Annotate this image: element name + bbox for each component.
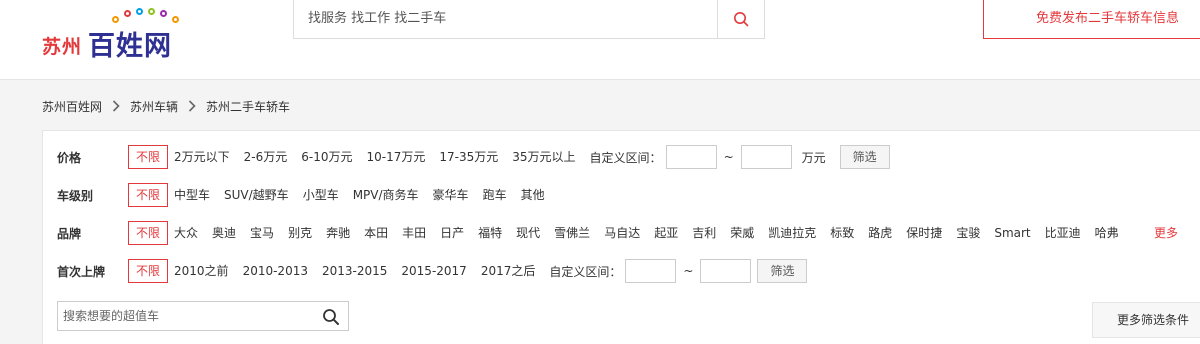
filter-row-price: 价格 不限 2万元以下 2-6万元 6-10万元 10-17万元 17-35万元…: [57, 145, 890, 169]
filter-row-level: 车级别 不限 中型车 SUV/越野车 小型车 MPV/商务车 豪华车 跑车 其他: [57, 183, 559, 207]
breadcrumb: 苏州百姓网 苏州车辆 苏州二手车轿车: [42, 97, 290, 115]
brand-option[interactable]: 奔驰: [326, 221, 350, 245]
breadcrumb-item[interactable]: 苏州二手车轿车: [206, 98, 290, 115]
filter-option-any[interactable]: 不限: [128, 259, 169, 283]
brand-option[interactable]: 奥迪: [212, 221, 236, 245]
brand-option[interactable]: 雪佛兰: [554, 221, 590, 245]
chevron-right-icon: [112, 100, 120, 112]
brand-option[interactable]: 宝骏: [956, 221, 980, 245]
header-search-input[interactable]: [294, 0, 718, 37]
brand-option[interactable]: 马自达: [604, 221, 640, 245]
filter-option[interactable]: 跑车: [483, 183, 507, 207]
price-filter-button[interactable]: 筛选: [839, 145, 890, 169]
brand-option[interactable]: 宝马: [250, 221, 274, 245]
filter-option-any[interactable]: 不限: [128, 145, 169, 169]
filter-option[interactable]: 35万元以上: [512, 145, 575, 169]
filter-option[interactable]: 中型车: [174, 183, 210, 207]
keyword-search: [57, 301, 349, 331]
post-ad-button[interactable]: 免费发布二手车轿车信息: [983, 0, 1200, 39]
filter-option[interactable]: 2017之后: [481, 259, 536, 283]
filter-option[interactable]: 豪华车: [433, 183, 469, 207]
brand-option[interactable]: 起亚: [654, 221, 678, 245]
keyword-search-input[interactable]: [58, 302, 308, 330]
site-logo[interactable]: 苏州 百姓网: [42, 4, 192, 62]
filter-option[interactable]: 2013-2015: [322, 259, 387, 283]
brand-option[interactable]: 本田: [364, 221, 388, 245]
filter-option[interactable]: 2万元以下: [174, 145, 230, 169]
filter-option[interactable]: 小型车: [303, 183, 339, 207]
brand-more-link[interactable]: 更多: [1154, 224, 1178, 241]
logo-dots: [112, 8, 192, 24]
chevron-right-icon: [188, 100, 196, 112]
year-filter-button[interactable]: 筛选: [757, 259, 808, 283]
brand-option[interactable]: Smart: [994, 221, 1030, 245]
brand-option[interactable]: 福特: [478, 221, 502, 245]
filter-label: 品牌: [57, 226, 82, 241]
filter-label: 价格: [57, 150, 82, 165]
filter-option-any[interactable]: 不限: [128, 183, 169, 207]
brand-option[interactable]: 保时捷: [906, 221, 942, 245]
range-separator: ~: [723, 150, 734, 164]
brand-option[interactable]: 凯迪拉克: [768, 221, 816, 245]
filter-panel: 价格 不限 2万元以下 2-6万元 6-10万元 10-17万元 17-35万元…: [42, 130, 1200, 344]
filter-option-any[interactable]: 不限: [128, 221, 169, 245]
brand-option[interactable]: 现代: [516, 221, 540, 245]
breadcrumb-item[interactable]: 苏州百姓网: [42, 98, 102, 115]
filter-option[interactable]: 10-17万元: [367, 145, 426, 169]
filter-row-brand: 品牌 不限 大众 奥迪 宝马 别克 奔驰 本田 丰田 日产 福特 现代 雪佛兰 …: [57, 221, 1133, 245]
breadcrumb-item[interactable]: 苏州车辆: [130, 98, 178, 115]
price-unit: 万元: [801, 150, 826, 165]
brand-option[interactable]: 比亚迪: [1045, 221, 1081, 245]
brand-option[interactable]: 哈弗: [1095, 221, 1119, 245]
range-label: 自定义区间：: [549, 264, 622, 279]
header-search: [293, 0, 765, 39]
filter-option[interactable]: 17-35万元: [439, 145, 498, 169]
brand-option[interactable]: 荣威: [730, 221, 754, 245]
filter-option[interactable]: 2015-2017: [401, 259, 466, 283]
price-min-input[interactable]: [665, 145, 717, 169]
logo-brand: 百姓网: [88, 31, 172, 62]
range-label: 自定义区间：: [589, 150, 662, 165]
year-min-input[interactable]: [625, 259, 677, 283]
filter-option[interactable]: 其他: [521, 183, 545, 207]
logo-city: 苏州: [42, 36, 83, 58]
header-search-button[interactable]: [717, 0, 764, 38]
brand-option[interactable]: 吉利: [692, 221, 716, 245]
brand-option[interactable]: 路虎: [868, 221, 892, 245]
brand-option[interactable]: 日产: [440, 221, 464, 245]
search-icon[interactable]: [322, 308, 340, 326]
filter-label: 首次上牌: [57, 264, 106, 279]
brand-option[interactable]: 大众: [174, 221, 198, 245]
filter-option[interactable]: MPV/商务车: [353, 183, 419, 207]
year-max-input[interactable]: [700, 259, 752, 283]
more-conditions-button[interactable]: 更多筛选条件: [1092, 302, 1200, 338]
filter-option[interactable]: 2-6万元: [244, 145, 288, 169]
filter-option[interactable]: SUV/越野车: [224, 183, 289, 207]
site-header: 苏州 百姓网 免费发布二手车轿车信息: [0, 0, 1200, 80]
filter-option[interactable]: 2010之前: [174, 259, 229, 283]
price-max-input[interactable]: [740, 145, 792, 169]
filter-option[interactable]: 2010-2013: [243, 259, 308, 283]
filter-row-first-reg: 首次上牌 不限 2010之前 2010-2013 2013-2015 2015-…: [57, 259, 808, 283]
filter-option[interactable]: 6-10万元: [301, 145, 352, 169]
filter-label: 车级别: [57, 188, 94, 203]
brand-option[interactable]: 标致: [830, 221, 854, 245]
search-icon: [734, 12, 749, 27]
range-separator: ~: [683, 264, 694, 278]
brand-option[interactable]: 别克: [288, 221, 312, 245]
brand-option[interactable]: 丰田: [402, 221, 426, 245]
